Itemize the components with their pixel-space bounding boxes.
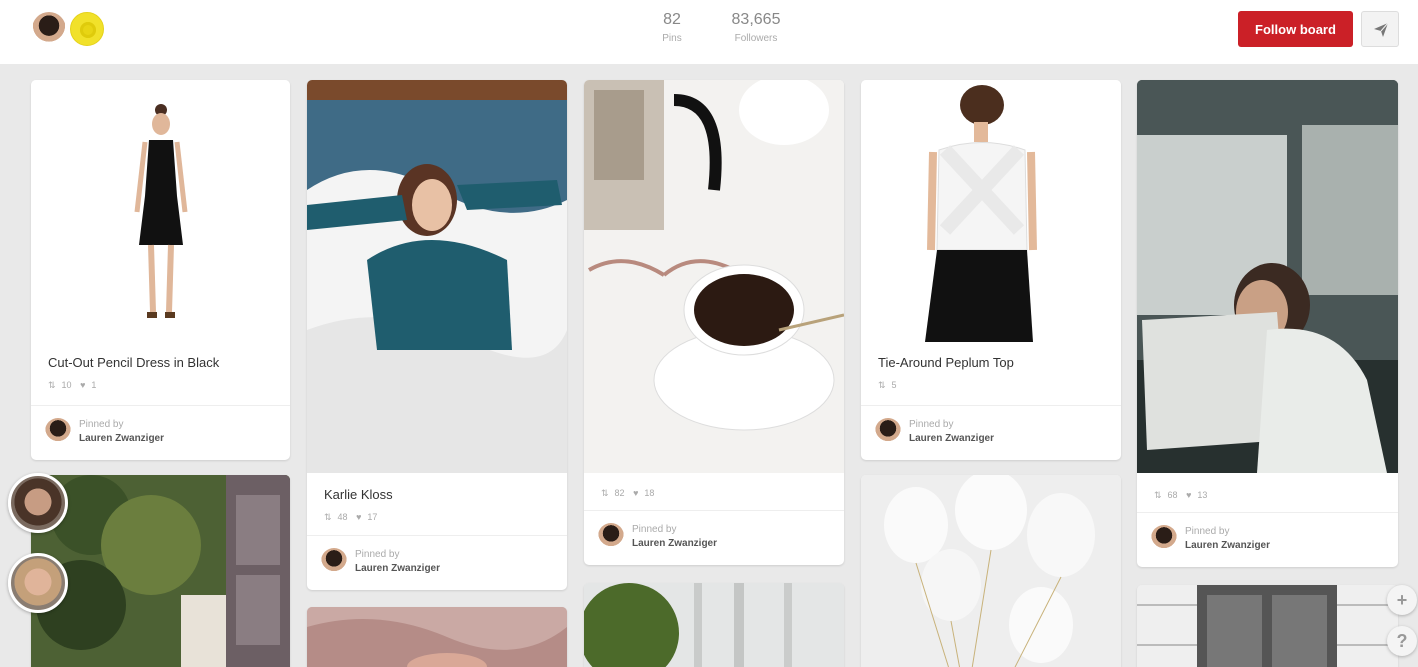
pin-stats: ⇅ 5 (878, 380, 897, 390)
like-icon: ♥ (633, 488, 639, 498)
pin-image[interactable] (307, 80, 567, 473)
repin-icon: ⇅ (48, 380, 56, 390)
pinned-by-label: Pinned by (355, 549, 400, 560)
pinner-name[interactable]: Lauren Zwanziger (632, 538, 717, 549)
pinner-avatar[interactable] (321, 548, 347, 574)
pin-card[interactable] (584, 583, 844, 667)
pinner-avatar[interactable] (45, 418, 71, 444)
pin-image[interactable] (1137, 80, 1398, 473)
repin-icon: ⇅ (1154, 490, 1162, 500)
board-owner-avatar[interactable] (32, 12, 66, 46)
pin-title[interactable]: Tie-Around Peplum Top (878, 355, 1014, 370)
pin-image[interactable] (1137, 585, 1398, 667)
pin-card[interactable]: Tie-Around Peplum Top ⇅ 5 Pinned by Laure… (861, 80, 1121, 460)
pinner-avatar[interactable] (875, 418, 901, 444)
pin-stats: ⇅ 10 ♥ 1 (48, 380, 97, 390)
followers-stat[interactable]: 83,665 Followers (722, 11, 790, 44)
pin-card[interactable] (307, 607, 567, 667)
pinner-name[interactable]: Lauren Zwanziger (1185, 540, 1270, 551)
pinner-info[interactable]: Pinned by Lauren Zwanziger (861, 405, 1121, 459)
pin-stats: ⇅ 82 ♥ 18 (601, 488, 655, 498)
pin-image[interactable] (31, 475, 290, 667)
paper-plane-icon (1374, 22, 1389, 37)
repin-icon: ⇅ (878, 380, 886, 390)
follow-board-button[interactable]: Follow board (1238, 11, 1353, 47)
followers-count: 83,665 (731, 11, 781, 28)
pin-image[interactable] (861, 475, 1121, 667)
pin-title[interactable]: Karlie Kloss (324, 487, 393, 502)
pinner-info[interactable]: Pinned by Lauren Zwanziger (1137, 512, 1398, 566)
add-button[interactable]: + (1387, 585, 1417, 615)
pin-card[interactable] (1137, 585, 1398, 667)
followers-label: Followers (734, 33, 778, 44)
pinned-by-label: Pinned by (79, 419, 124, 430)
pinner-info[interactable]: Pinned by Lauren Zwanziger (31, 405, 290, 459)
pinned-by-label: Pinned by (632, 524, 677, 535)
pin-image[interactable] (861, 80, 1121, 342)
pins-count: 82 (663, 11, 681, 28)
like-icon: ♥ (356, 512, 362, 522)
pinner-avatar[interactable] (598, 523, 624, 549)
pin-title[interactable]: Cut-Out Pencil Dress in Black (48, 355, 219, 370)
pin-card[interactable] (861, 475, 1121, 667)
pin-image[interactable] (584, 583, 844, 667)
pinner-info[interactable]: Pinned by Lauren Zwanziger (584, 510, 844, 564)
repin-icon: ⇅ (601, 488, 609, 498)
pins-label: Pins (662, 33, 682, 44)
pin-card[interactable] (31, 475, 290, 667)
pin-stats: ⇅ 68 ♥ 13 (1154, 490, 1208, 500)
pinned-by-label: Pinned by (909, 419, 954, 430)
pinned-by-label: Pinned by (1185, 526, 1230, 537)
pinner-name[interactable]: Lauren Zwanziger (355, 563, 440, 574)
pin-card[interactable]: ⇅ 82 ♥ 18 Pinned by Lauren Zwanziger (584, 80, 844, 565)
repin-icon: ⇅ (324, 512, 332, 522)
send-button[interactable] (1361, 11, 1399, 47)
pin-stats: ⇅ 48 ♥ 17 (324, 512, 378, 522)
pinner-name[interactable]: Lauren Zwanziger (79, 433, 164, 444)
pin-image[interactable] (307, 607, 567, 667)
like-icon: ♥ (1186, 490, 1192, 500)
collaborator-avatar[interactable] (8, 553, 68, 613)
collaborator-avatar[interactable] (8, 473, 68, 533)
pin-image[interactable] (31, 80, 290, 342)
pinner-info[interactable]: Pinned by Lauren Zwanziger (307, 535, 567, 589)
pins-stat[interactable]: 82 Pins (654, 11, 690, 44)
collaborator-avatar[interactable] (70, 12, 104, 46)
pin-card[interactable]: Cut-Out Pencil Dress in Black ⇅ 10 ♥ 1 Pin… (31, 80, 290, 460)
like-icon: ♥ (80, 380, 86, 390)
pin-card[interactable]: ⇅ 68 ♥ 13 Pinned by Lauren Zwanziger (1137, 80, 1398, 567)
help-button[interactable]: ? (1387, 626, 1417, 656)
pin-image[interactable] (584, 80, 844, 473)
board-header: 82 Pins 83,665 Followers Follow board (0, 0, 1418, 64)
pinner-name[interactable]: Lauren Zwanziger (909, 433, 994, 444)
pin-card[interactable]: Karlie Kloss ⇅ 48 ♥ 17 Pinned by Lauren Zw… (307, 80, 567, 590)
pinner-avatar[interactable] (1151, 525, 1177, 551)
